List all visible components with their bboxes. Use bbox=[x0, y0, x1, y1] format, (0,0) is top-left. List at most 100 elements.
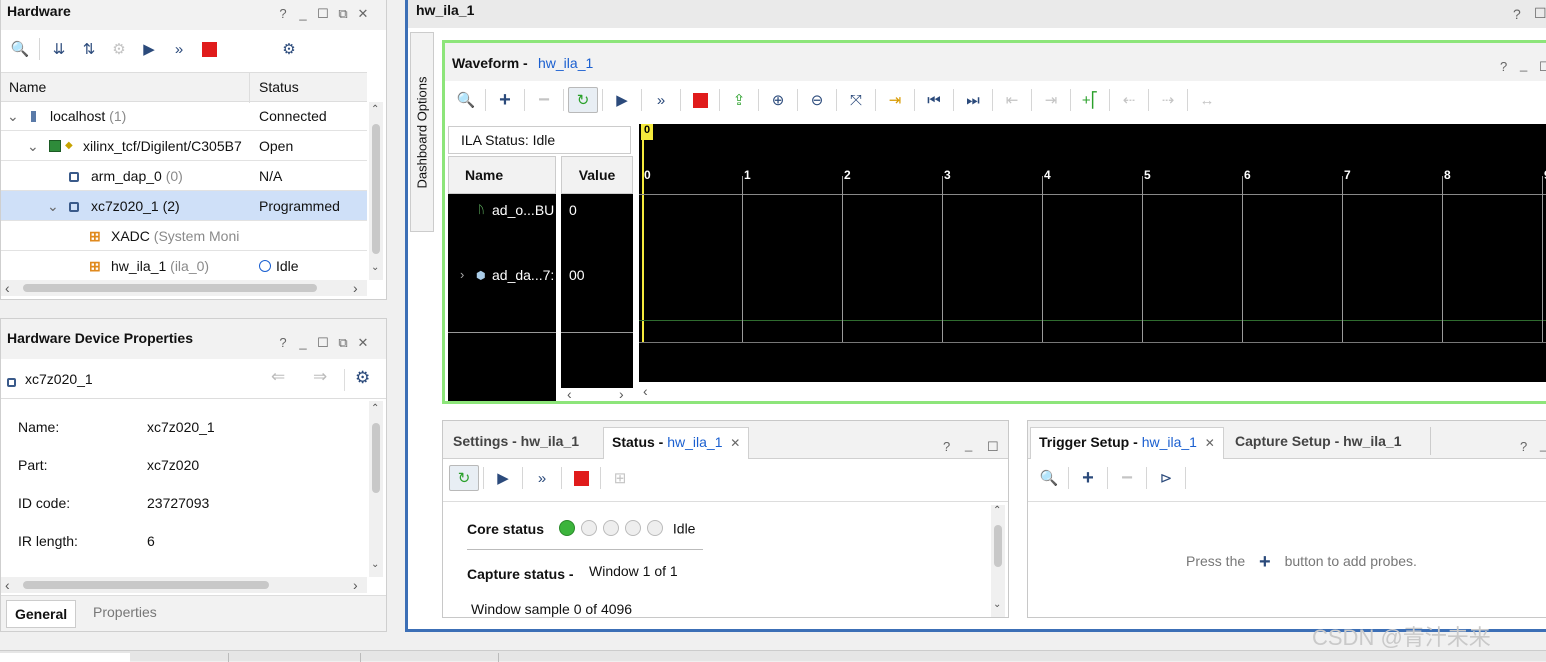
help-icon[interactable]: ? bbox=[276, 335, 290, 351]
waveform-title-link[interactable]: hw_ila_1 bbox=[538, 55, 593, 71]
go-to-cursor-icon[interactable]: ⇥ bbox=[880, 87, 910, 113]
float-icon[interactable]: ⧉ bbox=[336, 335, 350, 351]
back-arrow-icon[interactable]: ⇐ bbox=[271, 367, 285, 387]
collapse-all-icon[interactable]: ⇊ bbox=[44, 36, 74, 62]
tree-row-xc7z020[interactable]: ⌄ xc7z020_1 (2) Programmed bbox=[1, 191, 367, 221]
window-sample-label: Window sample 0 of 4096 bbox=[471, 601, 633, 617]
zoom-in-icon[interactable]: ⊕ bbox=[763, 87, 793, 113]
remove-probe-icon[interactable]: − bbox=[1112, 465, 1142, 491]
column-header-name: Name bbox=[448, 156, 556, 194]
expand-chevron-icon[interactable]: › bbox=[460, 267, 464, 282]
tab-properties[interactable]: Properties bbox=[93, 604, 157, 620]
waveform-panel: Waveform - hw_ila_1 ? _ ☐ 🔍 + − ↻ ▶ » ⇪ … bbox=[442, 40, 1546, 404]
settings-gear-icon[interactable]: ⚙ bbox=[274, 36, 304, 62]
search-icon[interactable]: 🔍 bbox=[451, 87, 481, 113]
search-icon[interactable]: 🔍 bbox=[5, 36, 35, 62]
tab-trigger-link[interactable]: hw_ila_1 bbox=[1142, 434, 1197, 450]
swap-cursors-icon[interactable]: ↔ bbox=[1192, 87, 1222, 113]
waveform-canvas[interactable]: 0 0123456789 bbox=[639, 124, 1546, 382]
value-hscroll[interactable]: ‹ › bbox=[561, 386, 633, 404]
properties-vscroll[interactable]: ⌃ ⌄ bbox=[369, 401, 383, 577]
next-transition-icon[interactable]: ⇥ bbox=[1036, 87, 1066, 113]
maximize-icon[interactable]: ☐ bbox=[1534, 5, 1546, 22]
settings-gear-icon[interactable]: ⚙ bbox=[355, 368, 370, 388]
help-icon[interactable]: ? bbox=[943, 439, 950, 454]
status-vscroll[interactable]: ⌃ ⌄ bbox=[991, 505, 1005, 617]
export-icon[interactable]: ⇪ bbox=[724, 87, 754, 113]
add-icon[interactable]: + bbox=[490, 87, 520, 113]
tab-trigger-setup[interactable]: Trigger Setup - hw_ila_1 ✕ bbox=[1030, 427, 1224, 459]
float-icon[interactable]: ⧉ bbox=[336, 6, 350, 22]
tree-row-target[interactable]: ⌄ ◆ xilinx_tcf/Digilent/C305B7 Open bbox=[1, 131, 367, 161]
signal-name-0[interactable]: ad_o...BU bbox=[492, 202, 554, 218]
tree-row-localhost[interactable]: ⌄ localhost (1) Connected bbox=[1, 101, 367, 131]
minimize-icon[interactable]: _ bbox=[965, 437, 972, 452]
hardware-hscroll[interactable]: ‹ › bbox=[1, 280, 367, 296]
minimize-icon[interactable]: _ bbox=[1520, 57, 1527, 72]
run-immediate-icon[interactable]: » bbox=[527, 465, 557, 491]
search-icon[interactable]: 🔍 bbox=[1034, 465, 1064, 491]
timeline-tick-label: 7 bbox=[1344, 168, 1351, 182]
close-icon[interactable]: ✕ bbox=[356, 6, 370, 22]
trigger-condition-icon[interactable]: ⊳ bbox=[1151, 465, 1181, 491]
maximize-icon[interactable]: ☐ bbox=[316, 335, 330, 351]
forward-arrow-icon[interactable]: ⇒ bbox=[313, 367, 327, 387]
maximize-icon[interactable]: ☐ bbox=[316, 6, 330, 22]
go-to-start-icon[interactable]: ⏮ bbox=[919, 87, 949, 113]
tab-settings[interactable]: Settings - hw_ila_1 bbox=[445, 427, 587, 459]
tree-row-xadc[interactable]: ⊞ XADC (System Moni bbox=[1, 221, 367, 251]
stop-icon[interactable] bbox=[194, 36, 224, 62]
stop-icon[interactable] bbox=[566, 465, 596, 491]
close-icon[interactable]: ✕ bbox=[730, 436, 740, 450]
run-trigger-icon[interactable]: ▶ bbox=[607, 87, 637, 113]
tab-capture-setup[interactable]: Capture Setup - hw_ila_1 bbox=[1227, 427, 1409, 459]
go-to-end-icon[interactable]: ⏭ bbox=[958, 87, 988, 113]
help-icon[interactable]: ? bbox=[1500, 59, 1507, 74]
help-icon[interactable]: ? bbox=[1520, 439, 1527, 454]
maximize-icon[interactable]: ☐ bbox=[987, 439, 999, 455]
signal-value-column: Value 0 00 bbox=[561, 156, 633, 388]
tree-row-hw-ila[interactable]: ⊞ hw_ila_1 (ila_0) Idle bbox=[1, 251, 367, 281]
minimize-icon[interactable]: _ bbox=[1540, 437, 1546, 452]
zoom-fit-icon[interactable]: ⤧ bbox=[841, 87, 871, 113]
close-icon[interactable]: ✕ bbox=[356, 335, 370, 351]
tab-status[interactable]: Status - hw_ila_1 ✕ bbox=[603, 427, 750, 459]
zoom-out-icon[interactable]: ⊖ bbox=[802, 87, 832, 113]
run-trigger-icon[interactable]: ▶ bbox=[134, 36, 164, 62]
run-immediate-icon[interactable]: » bbox=[646, 87, 676, 113]
run-immediate-icon[interactable]: » bbox=[164, 36, 194, 62]
maximize-icon[interactable]: ☐ bbox=[1539, 59, 1546, 75]
tree-row-arm-dap[interactable]: arm_dap_0 (0) N/A bbox=[1, 161, 367, 191]
minimize-icon[interactable]: _ bbox=[296, 6, 310, 22]
close-icon[interactable]: ✕ bbox=[1205, 436, 1215, 450]
signal-name-1[interactable]: ad_da...7: bbox=[492, 267, 554, 283]
auto-retrigger-icon[interactable]: ↻ bbox=[449, 465, 479, 491]
remove-icon[interactable]: − bbox=[529, 87, 559, 113]
trigger-position-icon[interactable]: ⊞ bbox=[605, 465, 635, 491]
stop-icon[interactable] bbox=[685, 87, 715, 113]
tab-status-link[interactable]: hw_ila_1 bbox=[667, 434, 722, 450]
status-led bbox=[647, 520, 663, 537]
previous-marker-icon[interactable]: ⇠ bbox=[1114, 87, 1144, 113]
timeline-grid-line bbox=[1442, 176, 1443, 342]
dashboard-options-tab[interactable]: Dashboard Options bbox=[410, 32, 434, 232]
add-probes-hint: Press the + button to add probes. bbox=[1186, 551, 1417, 574]
help-icon[interactable]: ? bbox=[276, 6, 290, 22]
auto-retrigger-icon[interactable]: ↻ bbox=[568, 87, 598, 113]
add-marker-icon[interactable]: +⎡ bbox=[1075, 87, 1105, 113]
minimize-icon[interactable]: _ bbox=[296, 335, 310, 351]
auto-connect-icon[interactable]: ⚙ bbox=[104, 36, 134, 62]
previous-transition-icon[interactable]: ⇤ bbox=[997, 87, 1027, 113]
field-value-name: xc7z020_1 bbox=[147, 419, 215, 435]
help-icon[interactable]: ? bbox=[1513, 6, 1521, 22]
next-marker-icon[interactable]: ⇢ bbox=[1153, 87, 1183, 113]
expand-all-icon[interactable]: ⇅ bbox=[74, 36, 104, 62]
add-probe-icon[interactable]: + bbox=[1073, 465, 1103, 491]
run-trigger-icon[interactable]: ▶ bbox=[488, 465, 518, 491]
hardware-vscroll[interactable]: ⌃ ⌄ bbox=[369, 102, 383, 280]
waveform-hscroll[interactable]: ‹ bbox=[639, 383, 1546, 401]
properties-hscroll[interactable]: ‹ › bbox=[1, 577, 367, 593]
row-suffix: (ila_0) bbox=[170, 258, 210, 274]
properties-tabbar: General Properties bbox=[1, 595, 386, 631]
tab-general[interactable]: General bbox=[6, 600, 77, 628]
